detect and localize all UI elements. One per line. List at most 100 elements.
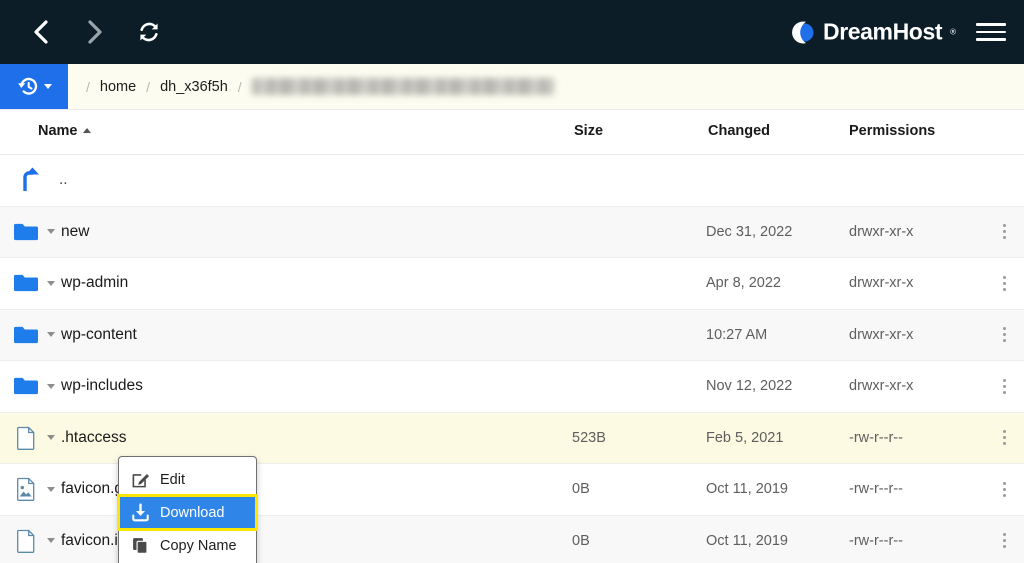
- brand-name: DreamHost: [823, 19, 942, 46]
- hamburger-bar: [976, 23, 1006, 26]
- table-row[interactable]: wp-content 10:27 AM drwxr-xr-x: [0, 310, 1024, 362]
- file-permissions: -rw-r--r--: [849, 430, 903, 446]
- image-file-icon: [12, 475, 40, 503]
- table-row[interactable]: wp-includes Nov 12, 2022 drwxr-xr-x: [0, 361, 1024, 413]
- top-navigation-bar: DreamHost ®: [0, 0, 1024, 64]
- chevron-left-icon: [32, 19, 50, 45]
- file-name[interactable]: favicon.ic: [61, 532, 126, 550]
- file-name[interactable]: .htaccess: [61, 429, 126, 447]
- file-changed: Oct 11, 2019: [706, 481, 788, 497]
- breadcrumb-separator: /: [86, 79, 90, 95]
- folder-icon: [12, 218, 40, 246]
- file-permissions: -rw-r--r--: [849, 481, 903, 497]
- table-row[interactable]: wp-admin Apr 8, 2022 drwxr-xr-x: [0, 258, 1024, 310]
- history-button[interactable]: [0, 64, 68, 109]
- column-header-changed[interactable]: Changed: [708, 123, 770, 139]
- column-header-name[interactable]: Name: [38, 123, 91, 139]
- row-caret-icon[interactable]: [47, 281, 55, 286]
- dreamhost-logo[interactable]: DreamHost ®: [790, 19, 956, 46]
- file-name-cell: .htaccess: [12, 424, 126, 452]
- back-button[interactable]: [14, 9, 68, 55]
- file-size: 0B: [572, 481, 590, 497]
- hamburger-bar: [976, 31, 1006, 34]
- file-context-menu: Edit Download Copy Name: [118, 456, 257, 563]
- file-name[interactable]: new: [61, 223, 89, 241]
- file-permissions: drwxr-xr-x: [849, 224, 913, 240]
- context-menu-item-download[interactable]: Download: [119, 496, 256, 529]
- context-menu-label: Copy Name: [160, 538, 237, 554]
- row-caret-icon[interactable]: [47, 538, 55, 543]
- file-table-header: Name Size Changed Permissions: [0, 110, 1024, 155]
- row-caret-icon[interactable]: [47, 229, 55, 234]
- column-header-name-label: Name: [38, 123, 78, 139]
- parent-directory-label: ..: [59, 171, 68, 189]
- table-row[interactable]: new Dec 31, 2022 drwxr-xr-x: [0, 207, 1024, 259]
- context-menu-item-copy-name[interactable]: Copy Name: [119, 529, 256, 562]
- file-name[interactable]: wp-admin: [61, 274, 128, 292]
- copy-duplicate-icon: [131, 536, 150, 555]
- kebab-menu-icon[interactable]: [998, 376, 1010, 396]
- file-icon: [12, 527, 40, 555]
- breadcrumb-item-home[interactable]: home: [100, 79, 136, 95]
- file-icon: [12, 424, 40, 452]
- file-changed: Oct 11, 2019: [706, 533, 788, 549]
- browser-nav-controls: [0, 9, 176, 55]
- file-changed: Feb 5, 2021: [706, 430, 783, 446]
- level-up-arrow-icon: [12, 166, 40, 194]
- kebab-menu-icon[interactable]: [998, 273, 1010, 293]
- forward-button[interactable]: [68, 9, 122, 55]
- breadcrumb: / home / dh_x36f5h /: [68, 64, 1024, 109]
- folder-icon: [12, 321, 40, 349]
- file-changed: 10:27 AM: [706, 327, 767, 343]
- file-name-cell: new: [12, 218, 89, 246]
- breadcrumb-item-redacted-domain[interactable]: [252, 78, 554, 95]
- kebab-menu-icon[interactable]: [998, 428, 1010, 448]
- breadcrumb-item-user[interactable]: dh_x36f5h: [160, 79, 228, 95]
- file-changed: Nov 12, 2022: [706, 378, 792, 394]
- kebab-menu-icon[interactable]: [998, 479, 1010, 499]
- file-name-cell: favicon.ic: [12, 527, 126, 555]
- file-size: 523B: [572, 430, 606, 446]
- file-name-cell: wp-content: [12, 321, 137, 349]
- file-changed: Dec 31, 2022: [706, 224, 792, 240]
- refresh-button[interactable]: [122, 9, 176, 55]
- folder-icon: [12, 269, 40, 297]
- chevron-right-icon: [86, 19, 104, 45]
- file-permissions: drwxr-xr-x: [849, 275, 913, 291]
- file-name-cell: favicon.g: [12, 475, 123, 503]
- hamburger-menu-icon[interactable]: [976, 20, 1006, 44]
- parent-directory-row[interactable]: ..: [0, 155, 1024, 207]
- context-menu-label: Edit: [160, 472, 185, 488]
- folder-icon: [12, 372, 40, 400]
- file-name-cell: wp-admin: [12, 269, 128, 297]
- context-menu-label: Download: [160, 505, 225, 521]
- column-header-size[interactable]: Size: [574, 123, 603, 139]
- file-name[interactable]: wp-includes: [61, 377, 143, 395]
- breadcrumb-bar: / home / dh_x36f5h /: [0, 64, 1024, 110]
- breadcrumb-separator: /: [238, 79, 242, 95]
- row-caret-icon[interactable]: [47, 435, 55, 440]
- row-caret-icon[interactable]: [47, 487, 55, 492]
- file-name-cell: wp-includes: [12, 372, 143, 400]
- kebab-menu-icon[interactable]: [998, 325, 1010, 345]
- file-changed: Apr 8, 2022: [706, 275, 781, 291]
- file-permissions: drwxr-xr-x: [849, 378, 913, 394]
- download-icon: [131, 503, 150, 522]
- brand-trademark: ®: [950, 28, 956, 37]
- file-name[interactable]: wp-content: [61, 326, 137, 344]
- kebab-menu-icon[interactable]: [998, 222, 1010, 242]
- sort-ascending-icon: [83, 128, 91, 133]
- file-name[interactable]: favicon.g: [61, 480, 123, 498]
- row-caret-icon[interactable]: [47, 332, 55, 337]
- edit-pencil-icon: [131, 470, 150, 489]
- parent-directory-cell: ..: [12, 166, 68, 194]
- dreamhost-moon-icon: [790, 19, 816, 45]
- hamburger-bar: [976, 38, 1006, 41]
- context-menu-item-edit[interactable]: Edit: [119, 463, 256, 496]
- refresh-icon: [137, 20, 161, 44]
- column-header-permissions[interactable]: Permissions: [849, 123, 935, 139]
- caret-down-icon: [44, 84, 52, 89]
- kebab-menu-icon[interactable]: [998, 531, 1010, 551]
- file-size: 0B: [572, 533, 590, 549]
- row-caret-icon[interactable]: [47, 384, 55, 389]
